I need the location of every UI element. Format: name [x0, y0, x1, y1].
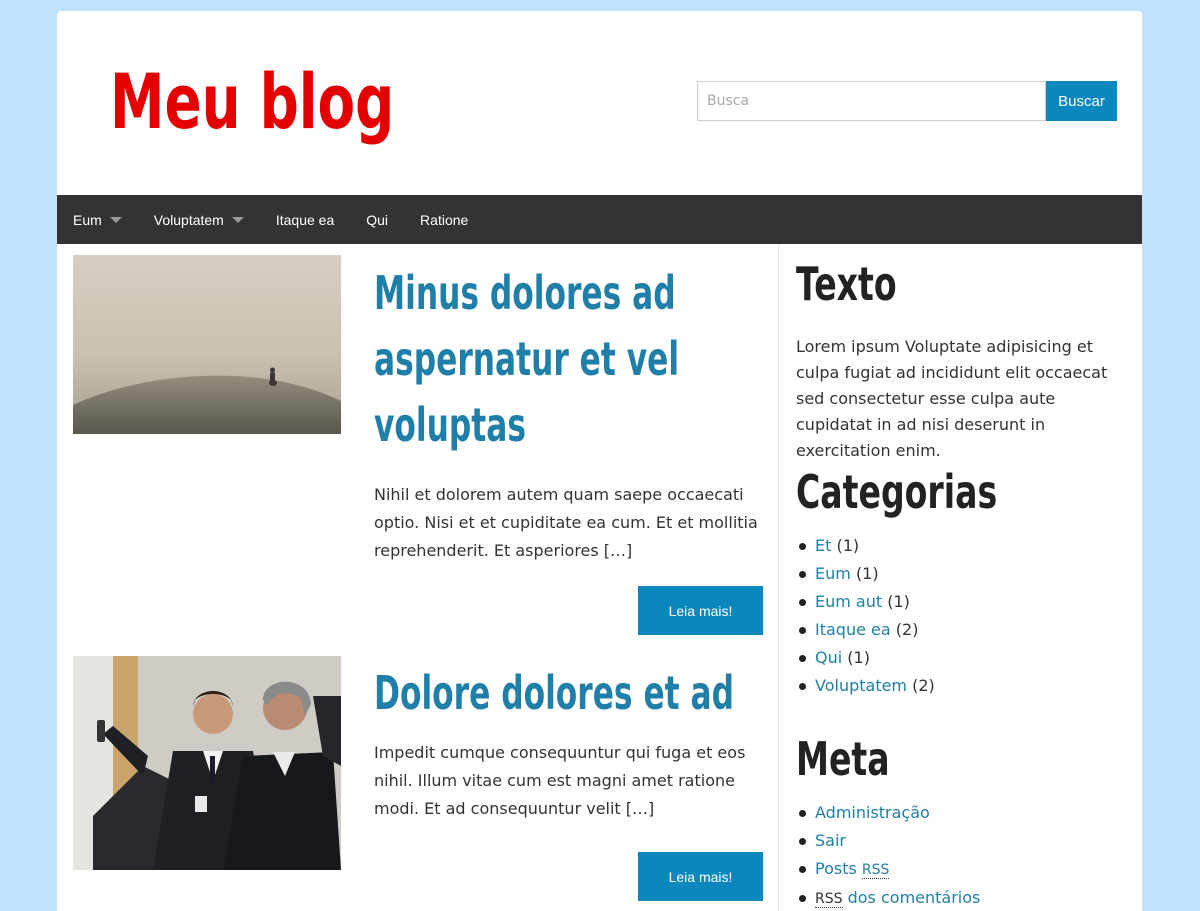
- category-item: Itaque ea (2): [796, 616, 1126, 644]
- post-thumbnail[interactable]: [73, 255, 341, 434]
- posts-rss-link[interactable]: Posts RSS: [815, 859, 890, 879]
- site-header: Meu blog Buscar: [57, 11, 1142, 195]
- category-link[interactable]: Qui: [815, 648, 842, 667]
- post-title-line: Minus dolores ad: [374, 266, 676, 320]
- category-item: Et (1): [796, 532, 1126, 560]
- meta-item: Posts RSS: [796, 855, 1126, 884]
- nav-item-qui[interactable]: Qui: [350, 195, 404, 244]
- categories-list: Et (1) Eum (1) Eum aut (1) Itaque ea (2)…: [796, 532, 1126, 700]
- post-excerpt: Nihil et dolorem autem quam saepe occaec…: [374, 485, 758, 560]
- admin-link[interactable]: Administração: [815, 803, 930, 822]
- read-more-button[interactable]: Leia mais!: [638, 586, 763, 635]
- post-excerpt: Impedit cumque consequuntur qui fuga et …: [374, 743, 746, 818]
- nav-item-itaque-ea[interactable]: Itaque ea: [260, 195, 350, 244]
- nav-item-voluptatem[interactable]: Voluptatem: [138, 195, 260, 244]
- category-count: (1): [847, 648, 870, 667]
- category-item: Eum aut (1): [796, 588, 1126, 616]
- main-navigation: Eum Voluptatem Itaque ea Qui Ratione: [57, 195, 1142, 244]
- post-card: Minus dolores ad aspernatur et vel volup…: [73, 255, 763, 645]
- post-title-line: aspernatur et vel: [374, 332, 680, 386]
- category-item: Voluptatem (2): [796, 672, 1126, 700]
- category-count: (1): [887, 592, 910, 611]
- widget-title-categorias: Categorias: [796, 465, 998, 519]
- post-card: Dolore dolores et ad Impedit cumque cons…: [73, 656, 763, 911]
- meta-item: Sair: [796, 827, 1126, 855]
- site-title[interactable]: Meu blog: [110, 47, 394, 157]
- widget-text-body: Lorem ipsum Voluptate adipisicing et cul…: [796, 337, 1108, 460]
- nav-item-eum[interactable]: Eum: [57, 195, 138, 244]
- sidebar: Texto Lorem ipsum Voluptate adipisicing …: [778, 244, 1142, 911]
- logout-link[interactable]: Sair: [815, 831, 846, 850]
- business-meeting-photo: [73, 656, 341, 870]
- foggy-hill-photo: [73, 255, 341, 434]
- nav-item-ratione[interactable]: Ratione: [404, 195, 484, 244]
- post-title-line: voluptas: [374, 398, 526, 452]
- chevron-down-icon: [231, 216, 244, 223]
- main-content: Minus dolores ad aspernatur et vel volup…: [57, 244, 778, 911]
- read-more-button[interactable]: Leia mais!: [638, 852, 763, 901]
- search-input[interactable]: [697, 81, 1046, 121]
- category-count: (2): [895, 620, 919, 639]
- search-button[interactable]: Buscar: [1046, 81, 1117, 121]
- nav-item-label: Eum: [73, 211, 102, 228]
- chevron-down-icon: [109, 216, 122, 223]
- category-item: Eum (1): [796, 560, 1126, 588]
- category-link[interactable]: Itaque ea: [815, 620, 891, 639]
- category-count: (1): [855, 564, 879, 583]
- meta-list: Administração Sair Posts RSS RSS dos com…: [796, 799, 1126, 911]
- search-form: Buscar: [697, 81, 1117, 121]
- category-link[interactable]: Eum aut: [815, 592, 882, 611]
- posts-rss-label: Posts: [815, 859, 857, 878]
- category-count: (1): [836, 536, 860, 555]
- post-title[interactable]: Dolore dolores et ad: [374, 660, 764, 726]
- nav-item-label: Qui: [366, 211, 389, 228]
- category-count: (2): [912, 676, 935, 695]
- category-link[interactable]: Voluptatem: [815, 676, 907, 695]
- category-item: Qui (1): [796, 644, 1126, 672]
- page-container: Meu blog Buscar Eum Voluptatem Itaque ea…: [57, 11, 1142, 911]
- category-link[interactable]: Et: [815, 536, 831, 555]
- rss-abbr: RSS: [861, 862, 890, 879]
- meta-item: Administração: [796, 799, 1126, 827]
- post-thumbnail[interactable]: [73, 656, 341, 870]
- meta-item: RSS dos comentários: [796, 884, 1126, 911]
- nav-item-label: Itaque ea: [275, 211, 335, 228]
- nav-item-label: Ratione: [420, 211, 469, 228]
- category-link[interactable]: Eum: [815, 564, 851, 583]
- comments-rss-link[interactable]: dos comentários: [848, 888, 981, 907]
- post-title-line: Dolore dolores et ad: [374, 666, 734, 720]
- nav-item-label: Voluptatem: [153, 211, 224, 228]
- widget-title-meta: Meta: [796, 732, 890, 786]
- post-title[interactable]: Minus dolores ad aspernatur et vel volup…: [374, 260, 764, 458]
- widget-title-texto: Texto: [796, 257, 897, 311]
